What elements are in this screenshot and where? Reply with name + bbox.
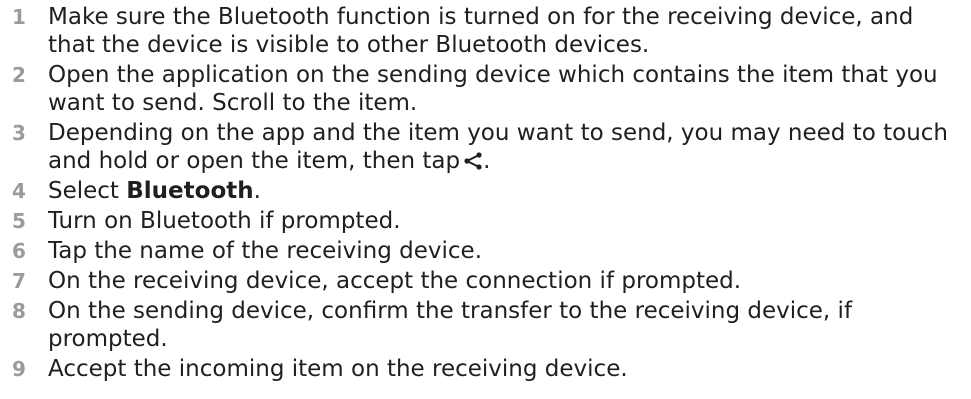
step-text: Select Bluetooth. [48, 177, 971, 205]
step-number: 1 [12, 5, 26, 29]
step-text-before: Depending on the app and the item you wa… [48, 120, 948, 174]
step-item: 6 Tap the name of the receiving device. [0, 237, 971, 265]
step-item: 4 Select Bluetooth. [0, 177, 971, 205]
step-text: On the sending device, confirm the trans… [48, 298, 853, 352]
step-item: 2 Open the application on the sending de… [0, 61, 971, 117]
step-number: 2 [12, 63, 26, 87]
step-number: 4 [12, 179, 26, 203]
step-text: Depending on the app and the item you wa… [48, 119, 971, 175]
step-number: 9 [12, 357, 26, 381]
step-text: Make sure the Bluetooth function is turn… [48, 4, 914, 58]
step-item: 8 On the sending device, confirm the tra… [0, 297, 971, 353]
step-number: 7 [12, 269, 26, 293]
bluetooth-option-label: Bluetooth [126, 178, 254, 204]
step-item: 7 On the receiving device, accept the co… [0, 267, 971, 295]
step-number: 5 [12, 209, 26, 233]
step-text-before: Select [48, 178, 127, 204]
step-item: 3 Depending on the app and the item you … [0, 119, 971, 175]
step-number: 8 [12, 299, 26, 323]
step-number: 6 [12, 239, 26, 263]
step-item: 5 Turn on Bluetooth if prompted. [0, 207, 971, 235]
step-text: On the receiving device, accept the conn… [48, 268, 742, 294]
step-text: Tap the name of the receiving device. [48, 238, 483, 264]
step-text: Open the application on the sending devi… [48, 62, 938, 116]
share-icon [463, 149, 483, 170]
step-text-after: . [483, 148, 491, 174]
step-number: 3 [12, 121, 26, 145]
step-text: Accept the incoming item on the receivin… [48, 356, 628, 382]
instruction-steps: 1 Make sure the Bluetooth function is tu… [0, 0, 971, 383]
step-item: 9 Accept the incoming item on the receiv… [0, 355, 971, 383]
step-text-after: . [253, 178, 261, 204]
step-text: Turn on Bluetooth if prompted. [48, 208, 401, 234]
step-item: 1 Make sure the Bluetooth function is tu… [0, 3, 971, 59]
